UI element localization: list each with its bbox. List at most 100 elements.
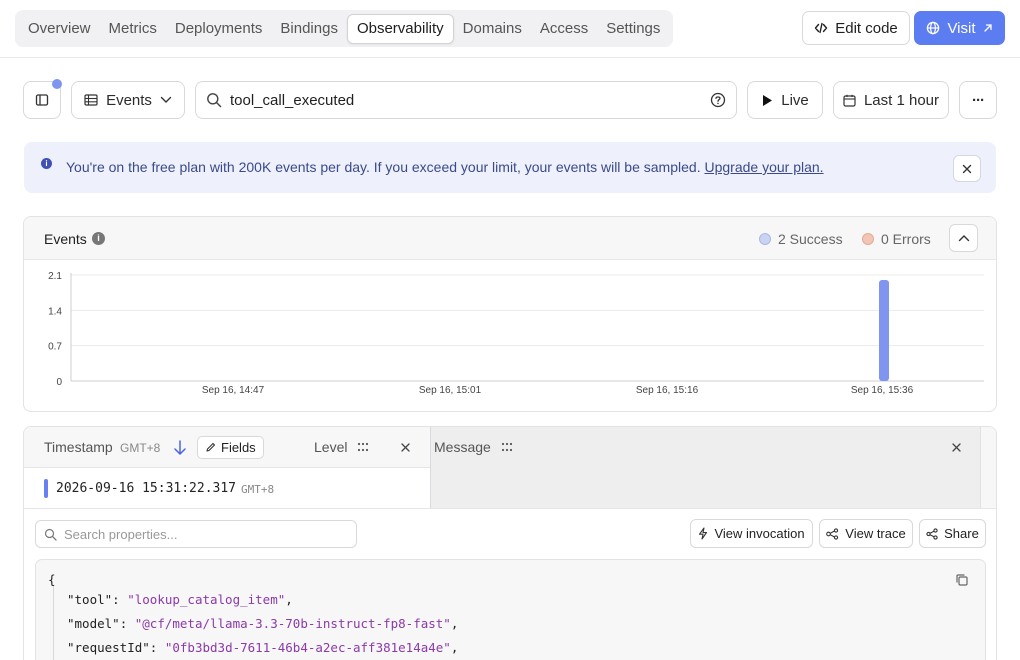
y-tick-label: 1.4 bbox=[48, 306, 62, 317]
remove-message-column-icon[interactable] bbox=[952, 443, 961, 452]
x-tick-label: Sep 16, 14:47 bbox=[202, 385, 265, 396]
drag-handle-icon[interactable] bbox=[357, 442, 369, 452]
legend-errors-swatch bbox=[862, 233, 874, 245]
external-arrow-icon bbox=[983, 24, 992, 32]
message-column-header[interactable]: Message bbox=[434, 439, 491, 455]
live-button[interactable]: Live bbox=[747, 81, 823, 119]
close-icon bbox=[962, 164, 972, 173]
query-search-bar[interactable]: tool_call_executed bbox=[195, 81, 737, 119]
trace-icon bbox=[826, 527, 839, 540]
globe-icon bbox=[927, 21, 940, 35]
section-tabs: Overview Metrics Deployments Bindings Ob… bbox=[15, 10, 674, 47]
search-icon bbox=[44, 528, 57, 541]
share-label: Share bbox=[944, 526, 979, 541]
lightning-icon bbox=[699, 527, 708, 540]
json-value: "0fb3bd3d-7611-46b4-a2ec-aff381e14a4e" bbox=[164, 640, 451, 655]
legend-success: 2 Success bbox=[759, 231, 843, 247]
sidebar-panel-icon bbox=[35, 94, 49, 106]
fields-label: Fields bbox=[221, 440, 256, 455]
copy-icon[interactable] bbox=[954, 572, 970, 588]
x-tick-label: Sep 16, 15:01 bbox=[419, 385, 482, 396]
tab-domains[interactable]: Domains bbox=[454, 14, 531, 44]
view-invocation-button[interactable]: View invocation bbox=[690, 519, 813, 548]
event-count-bar bbox=[879, 280, 889, 381]
view-invocation-label: View invocation bbox=[714, 526, 805, 541]
collapse-chart-button[interactable] bbox=[949, 224, 978, 252]
row-message-cell bbox=[430, 468, 980, 508]
tab-access[interactable]: Access bbox=[531, 14, 597, 44]
remove-level-column-icon[interactable] bbox=[401, 443, 410, 452]
calendar-icon bbox=[843, 94, 856, 107]
events-chart-card: Events i 2 Success 0 Errors 2.1 1.4 0.7 0 Se… bbox=[23, 216, 997, 412]
more-options-icon: ··· bbox=[972, 91, 985, 109]
table-row[interactable]: 2026-09-16 15:31:22.317 GMT+8 bbox=[24, 468, 996, 509]
sort-descending-icon[interactable] bbox=[173, 439, 187, 457]
legend-success-swatch bbox=[759, 233, 771, 245]
tab-settings[interactable]: Settings bbox=[597, 14, 669, 44]
search-icon bbox=[207, 93, 222, 108]
tab-deployments[interactable]: Deployments bbox=[166, 14, 272, 44]
y-tick-label: 0.7 bbox=[48, 342, 62, 353]
json-value: "@cf/meta/llama-3.3-70b-instruct-fp8-fas… bbox=[134, 616, 451, 631]
edit-code-button[interactable]: Edit code bbox=[802, 11, 910, 45]
level-indicator bbox=[44, 479, 48, 498]
level-column-header[interactable]: Level bbox=[314, 439, 347, 455]
chevron-down-icon bbox=[160, 96, 172, 103]
pencil-icon bbox=[206, 442, 216, 452]
message-column-header-bg: Message bbox=[430, 427, 980, 468]
info-icon: i bbox=[41, 158, 52, 169]
play-icon bbox=[763, 94, 773, 106]
view-selector-dropdown[interactable]: Events bbox=[71, 81, 185, 119]
legend-success-label: 2 Success bbox=[778, 231, 843, 247]
notification-dot bbox=[52, 79, 62, 89]
tab-metrics[interactable]: Metrics bbox=[100, 14, 166, 44]
event-detail-panel: View invocation View trace Share { "tool… bbox=[24, 509, 996, 660]
events-histogram: 2.1 1.4 0.7 0 Sep 16, 14:47 Sep 16, 15:01 Sep … bbox=[48, 271, 984, 396]
drag-handle-icon[interactable] bbox=[501, 442, 513, 452]
tab-observability[interactable]: Observability bbox=[346, 13, 454, 44]
fields-button[interactable]: Fields bbox=[197, 436, 264, 459]
share-button[interactable]: Share bbox=[919, 519, 986, 548]
events-card-header: Events i 2 Success 0 Errors bbox=[24, 217, 996, 260]
events-card-title: Events bbox=[44, 231, 87, 247]
json-open-brace: { bbox=[48, 572, 56, 587]
json-line: "model": "@cf/meta/llama-3.3-70b-instruc… bbox=[67, 616, 459, 631]
time-range-label: Last 1 hour bbox=[863, 91, 940, 109]
timezone-label: GMT+8 bbox=[120, 441, 161, 455]
visit-button[interactable]: Visit bbox=[914, 11, 1005, 45]
property-search-field[interactable] bbox=[35, 520, 357, 548]
live-label: Live bbox=[781, 91, 809, 109]
info-icon[interactable]: i bbox=[92, 232, 105, 245]
json-key: "tool" bbox=[67, 592, 113, 607]
timestamp-column-header[interactable]: Timestamp bbox=[44, 439, 113, 455]
legend-errors: 0 Errors bbox=[862, 231, 931, 247]
code-icon bbox=[815, 22, 828, 34]
free-plan-banner: i You're on the free plan with 200K even… bbox=[24, 142, 996, 193]
tab-overview[interactable]: Overview bbox=[19, 14, 100, 44]
banner-message: You're on the free plan with 200K events… bbox=[66, 159, 701, 175]
json-line: "tool": "lookup_catalog_item", bbox=[67, 592, 293, 607]
property-search-input[interactable] bbox=[64, 526, 344, 542]
upgrade-plan-link[interactable]: Upgrade your plan. bbox=[704, 159, 823, 175]
x-tick-label: Sep 16, 15:16 bbox=[636, 385, 699, 396]
banner-close-button[interactable] bbox=[953, 155, 981, 182]
edit-code-label: Edit code bbox=[835, 19, 898, 37]
json-line: "requestId": "0fb3bd3d-7611-46b4-a2ec-af… bbox=[67, 640, 459, 655]
view-trace-button[interactable]: View trace bbox=[819, 519, 913, 548]
share-icon bbox=[926, 527, 938, 540]
top-navigation-bar: Overview Metrics Deployments Bindings Ob… bbox=[0, 0, 1020, 58]
tab-bindings[interactable]: Bindings bbox=[271, 14, 347, 44]
more-options-button[interactable]: ··· bbox=[959, 81, 997, 119]
x-tick-label: Sep 16, 15:36 bbox=[851, 385, 914, 396]
json-key: "model" bbox=[67, 616, 120, 631]
json-key: "requestId" bbox=[67, 640, 150, 655]
query-search-value[interactable]: tool_call_executed bbox=[230, 92, 702, 109]
time-range-selector[interactable]: Last 1 hour bbox=[833, 81, 949, 119]
row-timestamp: 2026-09-16 15:31:22.317 bbox=[56, 481, 237, 496]
visit-label: Visit bbox=[947, 19, 976, 37]
help-icon[interactable] bbox=[710, 92, 726, 108]
row-timezone: GMT+8 bbox=[241, 483, 275, 496]
banner-text-container: You're on the free plan with 200K events… bbox=[66, 159, 824, 175]
chevron-up-icon bbox=[958, 235, 969, 242]
json-value: "lookup_catalog_item" bbox=[127, 592, 286, 607]
